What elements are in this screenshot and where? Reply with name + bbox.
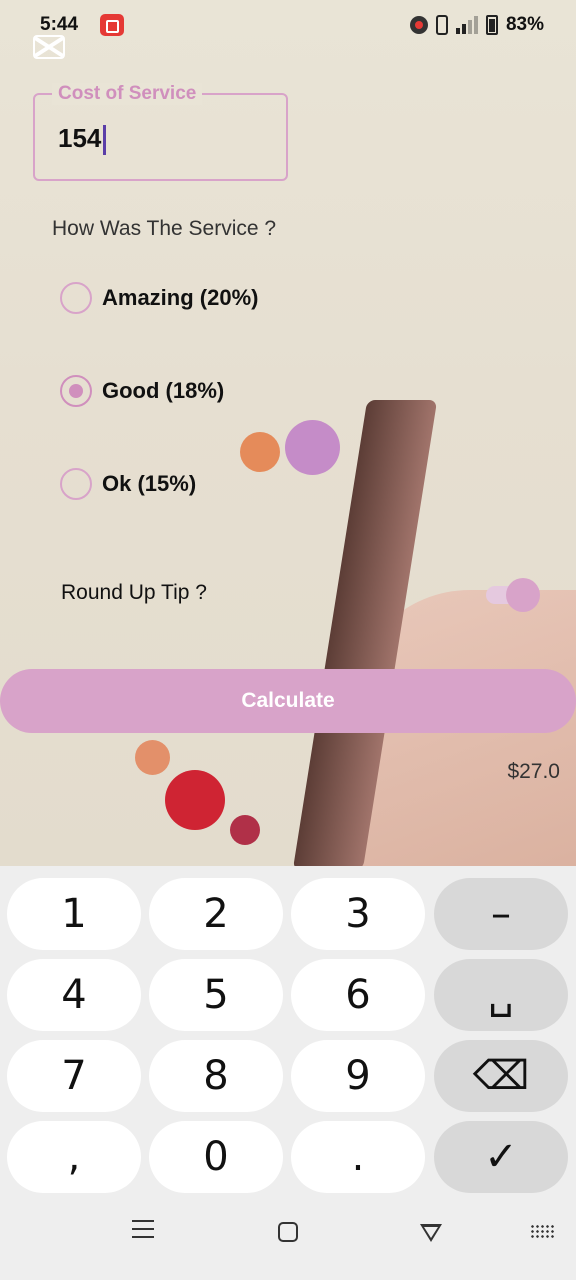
service-question: How Was The Service ? — [52, 217, 277, 240]
tip-result: $27.0 — [507, 760, 560, 783]
app-screen: 5:44 83% Cost of Service 154 How Was The… — [0, 0, 576, 866]
key-backspace[interactable]: ⌫ — [434, 1040, 568, 1112]
vibrate-icon — [435, 15, 448, 35]
option-label: Amazing (20%) — [102, 285, 259, 310]
radio-button-checked[interactable] — [60, 375, 92, 407]
key-2[interactable]: 2 — [149, 878, 283, 950]
battery-level: 83% — [505, 14, 544, 35]
menu-icon[interactable] — [132, 1220, 154, 1238]
radio-button[interactable] — [60, 282, 92, 314]
round-up-switch[interactable] — [486, 578, 540, 612]
status-bar: 5:44 83% — [0, 0, 576, 52]
key-0[interactable]: 0 — [149, 1121, 283, 1193]
key-minus[interactable]: – — [434, 878, 568, 950]
background-flower-image — [240, 432, 280, 472]
key-6[interactable]: 6 — [291, 959, 425, 1031]
cost-value-text: 154 — [58, 123, 102, 153]
background-flower-image — [135, 740, 170, 775]
cost-of-service-label: Cost of Service — [52, 83, 203, 105]
key-comma[interactable]: , — [7, 1121, 141, 1193]
signal-icon — [455, 16, 478, 34]
background-flower-image — [285, 420, 340, 475]
key-5[interactable]: 5 — [149, 959, 283, 1031]
key-done[interactable]: ✓ — [434, 1121, 568, 1193]
screen-record-icon — [100, 14, 124, 36]
radio-button[interactable] — [60, 468, 92, 500]
option-label: Ok (15%) — [102, 471, 197, 496]
status-icons: 83% — [409, 14, 544, 36]
key-space[interactable]: ␣ — [434, 959, 568, 1031]
cost-of-service-input[interactable]: 154 — [58, 123, 107, 156]
key-1[interactable]: 1 — [7, 878, 141, 950]
key-8[interactable]: 8 — [149, 1040, 283, 1112]
key-period[interactable]: . — [291, 1121, 425, 1193]
calculate-button[interactable]: Calculate — [0, 669, 576, 733]
home-icon[interactable] — [278, 1222, 298, 1242]
key-4[interactable]: 4 — [7, 959, 141, 1031]
text-cursor — [103, 125, 107, 156]
background-flower-image — [230, 815, 260, 845]
navigation-bar — [0, 1190, 576, 1280]
key-9[interactable]: 9 — [291, 1040, 425, 1112]
option-good[interactable]: Good (18%) — [60, 375, 224, 407]
status-time: 5:44 — [40, 14, 79, 35]
round-up-label: Round Up Tip ? — [61, 581, 207, 604]
option-ok[interactable]: Ok (15%) — [60, 468, 196, 500]
option-amazing[interactable]: Amazing (20%) — [60, 282, 258, 314]
capcut-icon — [33, 35, 65, 59]
key-3[interactable]: 3 — [291, 878, 425, 950]
battery-icon — [485, 15, 498, 35]
key-7[interactable]: 7 — [7, 1040, 141, 1112]
record-dot-icon — [409, 16, 428, 34]
switch-thumb — [506, 578, 540, 612]
background-flower-image — [165, 770, 225, 830]
option-label: Good (18%) — [102, 378, 225, 403]
keyboard-icon[interactable] — [530, 1224, 556, 1240]
back-icon[interactable] — [420, 1224, 442, 1242]
